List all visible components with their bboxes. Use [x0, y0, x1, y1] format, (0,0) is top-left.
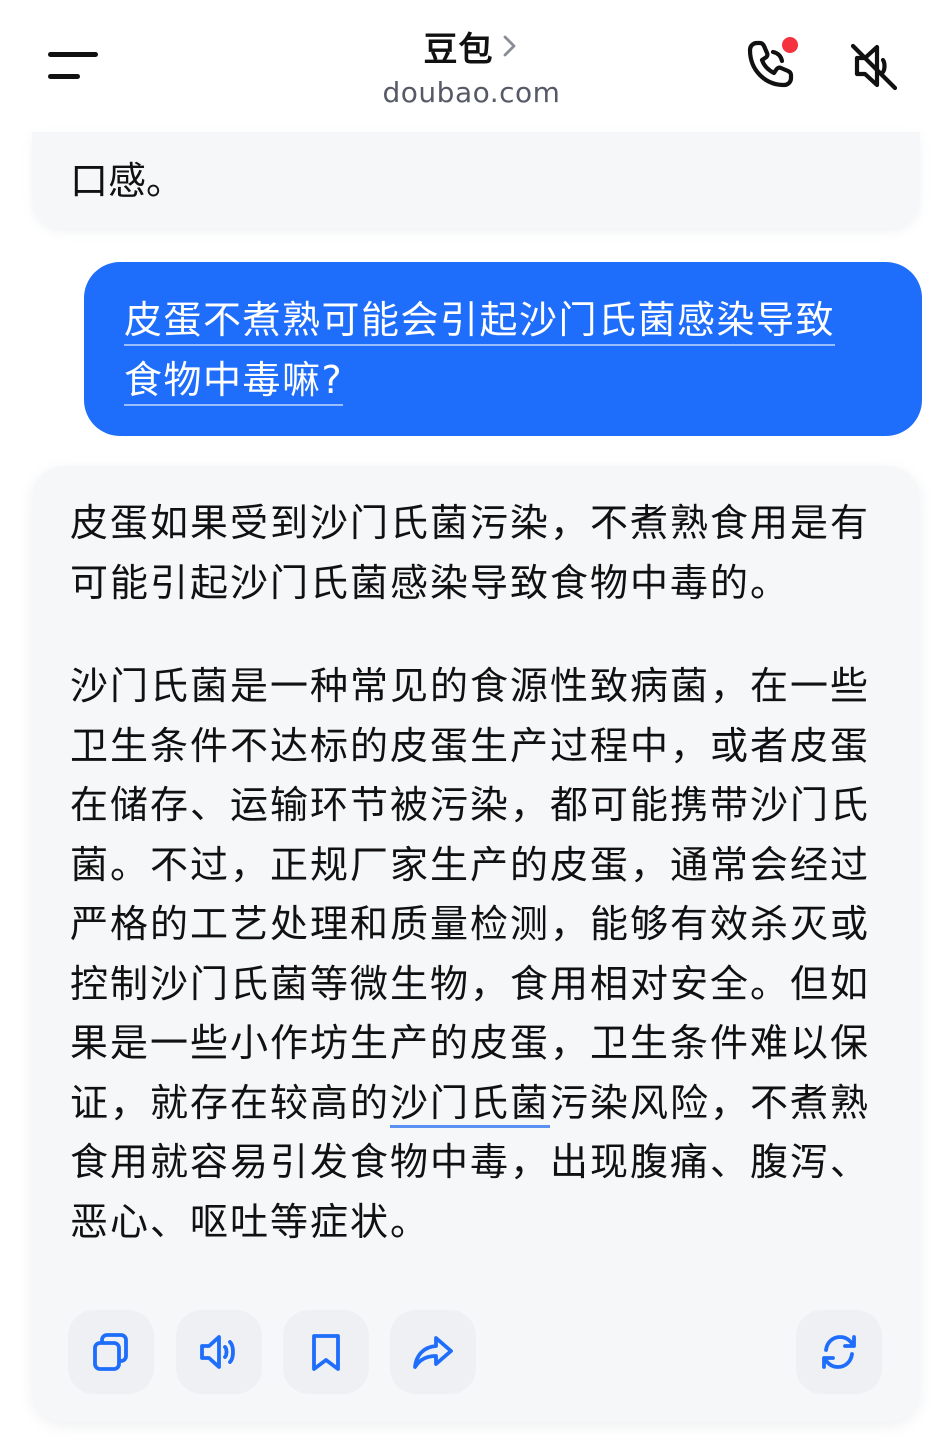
- regenerate-icon: [822, 1335, 856, 1369]
- user-message-line-2: 食物中毒嘛?: [124, 358, 344, 406]
- app-domain: doubao.com: [382, 76, 561, 109]
- voice-call-button[interactable]: [740, 36, 802, 94]
- bookmark-icon: [312, 1334, 340, 1371]
- answer-paragraph-2-part-1: 沙门氏菌是一种常见的食源性致病菌，在一些卫生条件不达标的皮蛋生产过程中，或者皮蛋…: [70, 664, 871, 1125]
- answer-paragraph-1: 皮蛋如果受到沙门氏菌污染，不煮熟食用是有可能引起沙门氏菌感染导致食物中毒的。: [70, 501, 871, 605]
- answer-paragraph-2: 沙门氏菌是一种常见的食源性致病菌，在一些卫生条件不达标的皮蛋生产过程中，或者皮蛋…: [70, 657, 880, 1252]
- previous-message-text: 口感。: [70, 159, 185, 203]
- mute-button[interactable]: [845, 38, 903, 94]
- share-icon: [413, 1336, 453, 1369]
- app-title: 豆包: [423, 29, 494, 70]
- assistant-message-text: 皮蛋如果受到沙门氏菌污染，不煮熟食用是有可能引起沙门氏菌感染导致食物中毒的。 沙…: [70, 494, 880, 1252]
- phone-icon: [747, 37, 798, 88]
- share-button[interactable]: [390, 1310, 476, 1394]
- salmonella-link[interactable]: 沙门氏菌: [390, 1080, 551, 1128]
- chat-screen: 豆包 doubao.com 口感。 皮蛋不煮熟可能会引起沙门氏菌感染导致 食物中…: [0, 0, 943, 1449]
- bookmark-button[interactable]: [283, 1310, 369, 1394]
- chevron-right-icon: [503, 35, 515, 57]
- menu-button[interactable]: [46, 46, 102, 86]
- assistant-message-bubble: 皮蛋如果受到沙门氏菌污染，不煮熟食用是有可能引起沙门氏菌感染导致食物中毒的。 沙…: [32, 466, 920, 1422]
- notification-dot: [782, 37, 798, 53]
- read-aloud-button[interactable]: [176, 1310, 262, 1394]
- copy-icon: [93, 1333, 128, 1371]
- user-message-bubble[interactable]: 皮蛋不煮熟可能会引起沙门氏菌感染导致 食物中毒嘛?: [84, 262, 922, 436]
- speaker-icon: [200, 1335, 235, 1369]
- user-message-line-1: 皮蛋不煮熟可能会引起沙门氏菌感染导致: [124, 298, 836, 346]
- mute-speaker-icon: [850, 43, 898, 91]
- previous-assistant-message: 口感。: [32, 132, 920, 228]
- menu-icon: [48, 52, 98, 79]
- top-bar: 豆包 doubao.com: [0, 0, 943, 130]
- chat-title-area[interactable]: 豆包 doubao.com: [300, 22, 643, 112]
- copy-button[interactable]: [68, 1310, 154, 1394]
- user-message-text: 皮蛋不煮熟可能会引起沙门氏菌感染导致 食物中毒嘛?: [124, 290, 894, 410]
- regenerate-button[interactable]: [796, 1310, 882, 1394]
